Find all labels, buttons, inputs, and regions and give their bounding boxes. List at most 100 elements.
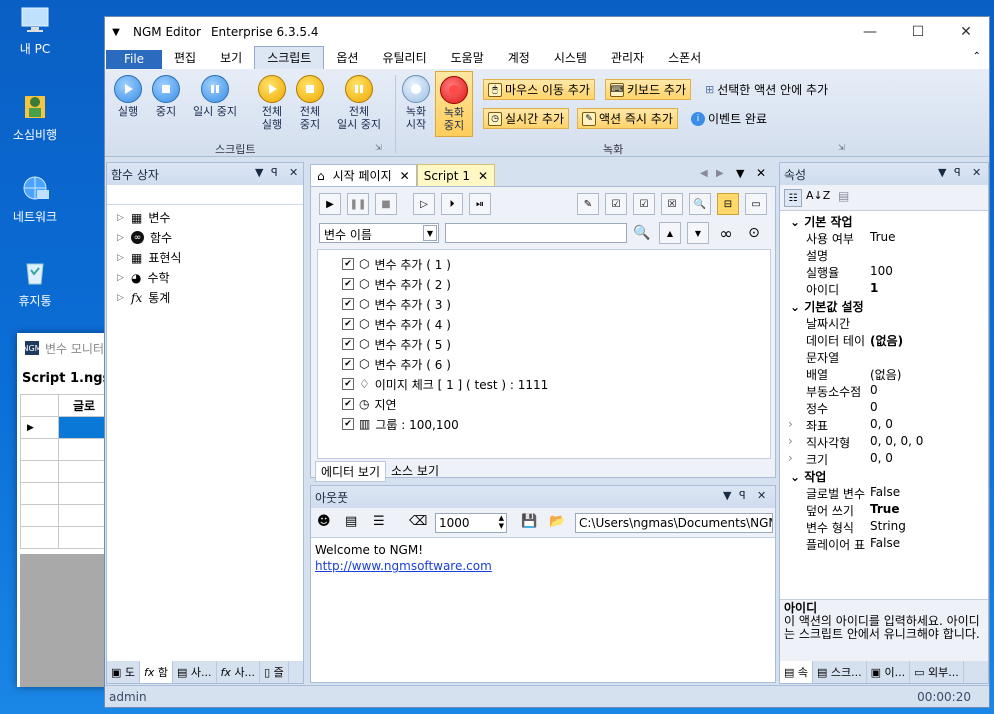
- close-icon[interactable]: ✕: [943, 19, 989, 45]
- dialog-launcher-icon[interactable]: ⇲: [375, 143, 382, 152]
- close-icon[interactable]: ✕: [756, 166, 766, 180]
- add-keyboard-button[interactable]: ⌨ 키보드 추가: [605, 79, 692, 100]
- output-path-field[interactable]: C:\Users\ngmas\Documents\NGM6\: [575, 513, 773, 533]
- play-button[interactable]: ▶: [319, 193, 341, 215]
- tab-system[interactable]: 시스템: [542, 47, 599, 69]
- close-icon[interactable]: ✕: [757, 489, 766, 502]
- minimize-icon[interactable]: —: [847, 19, 893, 45]
- step-button[interactable]: ▷: [413, 193, 435, 215]
- tab-function[interactable]: fx 함: [140, 661, 174, 683]
- add-action-immediately-button[interactable]: ✎ 액션 즉시 추가: [577, 108, 678, 129]
- tab-start-page[interactable]: ⌂ 시작 페이지 ✕: [310, 164, 417, 186]
- prop-row[interactable]: 글로벌 변수 False: [780, 485, 988, 502]
- stop-button[interactable]: 중지: [149, 75, 183, 118]
- property-grid[interactable]: ⌄ 기본 작업 사용 여부 True 설명 실행율 100 아이디 1 ⌄ 기본값 설…: [780, 211, 988, 597]
- prop-row[interactable]: 직사각형 0, 0, 0, 0 ›: [780, 434, 988, 451]
- list-item[interactable]: ✔ ▥ 그룹 : 100,100: [342, 416, 459, 432]
- tree-item-function[interactable]: ▷ ∞ 함수: [117, 229, 172, 246]
- more-icon[interactable]: ⊙: [743, 222, 765, 244]
- move-down-button[interactable]: ▼: [687, 222, 709, 244]
- tab-account[interactable]: 계정: [496, 47, 542, 69]
- prop-row[interactable]: 실행율 100: [780, 264, 988, 281]
- categorized-icon[interactable]: ☷: [784, 189, 802, 207]
- tab-edit[interactable]: 편집: [162, 47, 208, 69]
- tab-help[interactable]: 도움말: [439, 47, 496, 69]
- collapse-ribbon-icon[interactable]: ⌃: [973, 51, 981, 62]
- checkbox[interactable]: ✔: [342, 418, 354, 430]
- checkbox[interactable]: ✔: [342, 278, 354, 290]
- tab-toolbox[interactable]: ▣ 도: [107, 661, 141, 683]
- expand-icon[interactable]: ▷: [117, 293, 125, 303]
- tree-view-button[interactable]: ⊟: [717, 193, 739, 215]
- pin-icon[interactable]: ꟼ: [271, 166, 278, 179]
- expand-icon[interactable]: ▷: [117, 273, 125, 283]
- add-mouse-move-button[interactable]: 🖱 마우스 이동 추가: [483, 79, 595, 100]
- checkbox[interactable]: ✔: [342, 378, 354, 390]
- run-selected-button[interactable]: ⏯: [469, 193, 491, 215]
- prop-row[interactable]: 사용 여부 True: [780, 230, 988, 247]
- tab-script-1[interactable]: Script 1 ✕: [416, 164, 496, 186]
- prop-row[interactable]: 아이디 1: [780, 281, 988, 298]
- prop-row[interactable]: 부동소수점 0: [780, 383, 988, 400]
- expand-icon[interactable]: ▷: [117, 233, 125, 243]
- search-icon[interactable]: 🔍: [631, 222, 653, 244]
- tab-user[interactable]: ▤ 사...: [173, 661, 217, 683]
- tab-editor-view[interactable]: 에디터 보기: [315, 461, 387, 482]
- output-count-stepper[interactable]: 1000 ▲ ▼: [435, 513, 507, 533]
- list-icon[interactable]: ☰: [373, 514, 385, 529]
- desktop-icon-recycle-bin[interactable]: 휴지통: [4, 256, 66, 309]
- script-editor-panel[interactable]: ▶ ❚❚ ■ ▷ ⏵ ⏯ ✎ ☑ ☑ ☒ 🔍 ⊟ ▭ 변수 이름 ▼ 🔍 ▲ ▼…: [310, 186, 776, 482]
- add-into-selected-action-button[interactable]: ⊞ 선택한 액션 안에 추가: [701, 79, 832, 100]
- tab-file[interactable]: File: [106, 50, 162, 69]
- checkbox[interactable]: ✔: [342, 398, 354, 410]
- checkbox[interactable]: ✔: [342, 358, 354, 370]
- close-icon[interactable]: ✕: [400, 169, 410, 183]
- dropdown-icon[interactable]: ▼: [723, 489, 731, 502]
- tab-script[interactable]: 스크립트: [254, 46, 325, 69]
- close-icon[interactable]: ✕: [478, 169, 488, 183]
- stop-button[interactable]: ■: [375, 193, 397, 215]
- check-all-button[interactable]: ☑: [605, 193, 627, 215]
- prop-row[interactable]: 배열 (없음): [780, 366, 988, 383]
- tab-source-view[interactable]: 소스 보기: [386, 461, 444, 482]
- list-item[interactable]: ✔ ⬡ 변수 추가 ( 1 ): [342, 256, 451, 272]
- tab-image[interactable]: ▣ 이...: [867, 661, 911, 683]
- save-icon[interactable]: 💾: [521, 514, 537, 529]
- list-item[interactable]: ✔ ⬡ 변수 추가 ( 2 ): [342, 276, 451, 292]
- edit-action-button[interactable]: ✎: [577, 193, 599, 215]
- infinity-icon[interactable]: ∞: [715, 222, 737, 244]
- desktop-icon-my-pc[interactable]: 내 PC: [4, 4, 66, 57]
- list-item[interactable]: ✔ ◷ 지연: [342, 396, 397, 412]
- tab-user-function[interactable]: fx 사...: [217, 661, 261, 683]
- prop-row[interactable]: 플레이어 표 False: [780, 536, 988, 553]
- function-box-panel[interactable]: 함수 상자 ▼ ꟼ ✕ ▷ ▦ 변수 ▷ ∞ 함수 ▷ ▦ 표현식 ▷ ◕ 수학 ▷ fx 통계 ▣…: [106, 162, 304, 684]
- tab-properties[interactable]: ▤ 속: [780, 661, 814, 683]
- event-complete-button[interactable]: i 이벤트 완료: [687, 108, 771, 129]
- tree-item-math[interactable]: ▷ ◕ 수학: [117, 269, 170, 286]
- output-panel[interactable]: 아웃풋 ▼ ꟼ ✕ ☻ ▤ ☰ ⌫ 1000 ▲ ▼ 💾 📂 C:\Users\n…: [310, 485, 776, 683]
- mascot-icon[interactable]: ☻: [317, 514, 331, 529]
- screen-button[interactable]: ▭: [745, 193, 767, 215]
- variable-search-input[interactable]: [445, 223, 627, 243]
- close-icon[interactable]: ✕: [972, 166, 981, 179]
- maximize-icon[interactable]: ☐: [895, 19, 941, 45]
- checkbox[interactable]: ✔: [342, 258, 354, 270]
- prop-category[interactable]: ⌄ 기본값 설정: [780, 298, 988, 315]
- stepper-arrows-icon[interactable]: ▲ ▼: [499, 514, 504, 530]
- tab-options[interactable]: 옵션: [324, 47, 370, 69]
- action-list[interactable]: ✔ ⬡ 변수 추가 ( 1 ) ✔ ⬡ 변수 추가 ( 2 ) ✔ ⬡ 변수 추가 ( 3 …: [317, 249, 771, 459]
- expand-icon[interactable]: ›: [788, 434, 793, 448]
- tab-admin[interactable]: 관리자: [599, 47, 656, 69]
- variable-name-dropdown[interactable]: 변수 이름 ▼: [319, 223, 439, 243]
- prop-row[interactable]: 문자열: [780, 349, 988, 366]
- title-bar[interactable]: ▼ NGM Editor Enterprise 6.3.5.4 — ☐ ✕: [105, 17, 989, 47]
- move-up-button[interactable]: ▲: [659, 222, 681, 244]
- stop-all-button[interactable]: 전체 중지: [293, 75, 327, 131]
- uncheck-button[interactable]: ☒: [661, 193, 683, 215]
- scroll-left-icon[interactable]: ◀: [700, 168, 708, 179]
- desktop-icon-user[interactable]: 소심비행: [4, 90, 66, 143]
- list-item[interactable]: ✔ ⬡ 변수 추가 ( 5 ): [342, 336, 451, 352]
- desktop-icon-network[interactable]: 네트워크: [4, 172, 66, 225]
- record-start-button[interactable]: 녹화 시작: [399, 75, 433, 131]
- list-item[interactable]: ✔ ⬡ 변수 추가 ( 3 ): [342, 296, 451, 312]
